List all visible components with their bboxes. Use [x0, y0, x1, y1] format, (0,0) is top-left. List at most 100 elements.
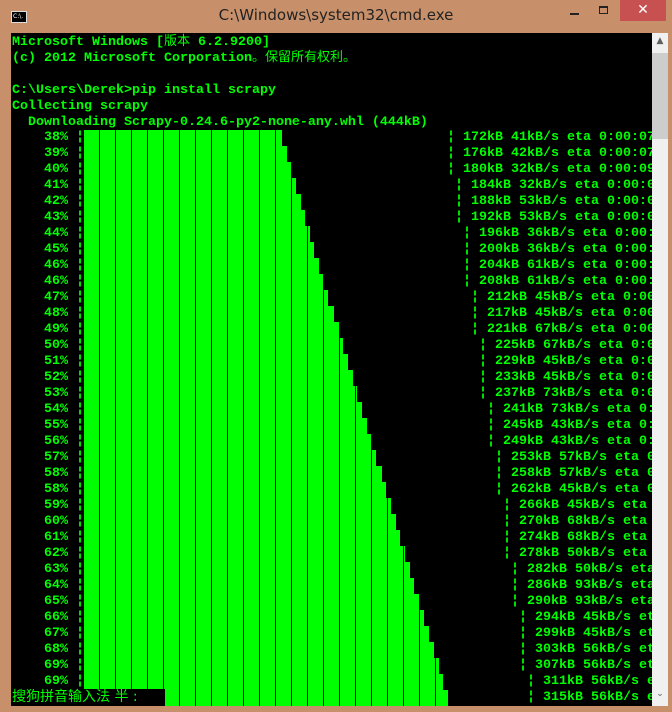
progress-bar-left-edge: ¦ [76, 450, 84, 465]
progress-bar-fill [84, 226, 310, 242]
progress-bar-fill [84, 146, 287, 162]
progress-status: ¦ 188kB 53kB/s eta 0:00:0 [455, 194, 652, 209]
progress-bar-fill [84, 306, 335, 322]
progress-percent: 62% [44, 546, 68, 561]
progress-status: ¦ 176kB 42kB/s eta 0:00:07 [447, 146, 652, 161]
progress-bar-fill [84, 658, 439, 674]
progress-bar-left-edge: ¦ [76, 498, 84, 513]
progress-percent: 43% [44, 210, 68, 225]
close-button[interactable]: ✕ [620, 0, 666, 21]
title-bar[interactable]: C:\. C:\Windows\system32\cmd.exe ✕ [0, 0, 672, 33]
progress-row: 60% ¦ ¦ 270kB 68kB/s eta [11, 514, 652, 530]
progress-percent: 60% [44, 514, 68, 529]
progress-row: 48% ¦ ¦ 217kB 45kB/s eta 0:00 [11, 306, 652, 322]
progress-percent: 45% [44, 242, 68, 257]
progress-row: 46% ¦ ¦ 208kB 61kB/s eta 0:00: [11, 274, 652, 290]
progress-row: 49% ¦ ¦ 221kB 67kB/s eta 0:00 [11, 322, 652, 338]
progress-status: ¦ 253kB 57kB/s eta 0 [495, 450, 652, 465]
progress-row: 69% ¦ ¦ 307kB 56kB/s et [11, 658, 652, 674]
progress-status: ¦ 286kB 93kB/s eta [511, 578, 652, 593]
progress-status: ¦ 307kB 56kB/s et [519, 658, 652, 673]
progress-percent: 39% [44, 146, 68, 161]
progress-bar-fill [84, 322, 339, 338]
progress-bar-left-edge: ¦ [76, 658, 84, 673]
console-line-text: (c) 2012 Microsoft Corporation [12, 51, 252, 66]
progress-row: 57% ¦ ¦ 253kB 57kB/s eta 0 [11, 450, 652, 466]
progress-bar-fill [84, 594, 419, 610]
progress-percent: 66% [44, 610, 68, 625]
progress-status: ¦ 282kB 50kB/s eta [511, 562, 652, 577]
progress-percent: 56% [44, 434, 68, 449]
progress-bar-fill [84, 562, 410, 578]
console-line: Downloading Scrapy-0.24.6-py2-none-any.w… [12, 114, 428, 130]
progress-row: 44% ¦ ¦ 196kB 36kB/s eta 0:00: [11, 226, 652, 242]
console-line: Collecting scrapy [12, 98, 148, 114]
progress-bar-fill [84, 530, 401, 546]
progress-bar-fill [84, 194, 301, 210]
progress-status: ¦ 229kB 45kB/s eta 0:0 [479, 354, 652, 369]
progress-status: ¦ 221kB 67kB/s eta 0:00 [471, 322, 652, 337]
progress-percent: 46% [44, 258, 68, 273]
progress-row: 38% ¦ ¦ 172kB 41kB/s eta 0:00:07 [11, 130, 652, 146]
progress-status: ¦ 208kB 61kB/s eta 0:00: [463, 274, 652, 289]
progress-bar-fill [84, 386, 358, 402]
progress-bar-left-edge: ¦ [76, 578, 84, 593]
progress-bar-fill [84, 418, 367, 434]
progress-percent: 55% [44, 418, 68, 433]
progress-status: ¦ 196kB 36kB/s eta 0:00: [463, 226, 652, 241]
maximize-button[interactable] [591, 0, 617, 21]
progress-percent: 64% [44, 578, 68, 593]
progress-row: 50% ¦ ¦ 225kB 67kB/s eta 0:0 [11, 338, 652, 354]
progress-row: 46% ¦ ¦ 204kB 61kB/s eta 0:00: [11, 258, 652, 274]
progress-bar-left-edge: ¦ [76, 130, 84, 145]
progress-status: ¦ 274kB 68kB/s eta [503, 530, 647, 545]
progress-percent: 59% [44, 498, 68, 513]
progress-status: ¦ 212kB 45kB/s eta 0:00 [471, 290, 652, 305]
progress-bar-fill [84, 450, 376, 466]
progress-row: 58% ¦ ¦ 258kB 57kB/s eta 0 [11, 466, 652, 482]
progress-percent: 47% [44, 290, 68, 305]
progress-row: 53% ¦ ¦ 237kB 73kB/s eta 0:0 [11, 386, 652, 402]
console-line: (c) 2012 Microsoft Corporation。保留所有权利。 [12, 50, 356, 66]
progress-status: ¦ 290kB 93kB/s eta [511, 594, 652, 609]
progress-bar-left-edge: ¦ [76, 418, 84, 433]
scroll-up-arrow-icon[interactable]: ▲ [652, 36, 668, 50]
vertical-scrollbar[interactable]: ▲ ⌄ [652, 33, 668, 706]
scrollbar-thumb[interactable] [652, 53, 668, 139]
progress-row: 43% ¦ ¦ 192kB 53kB/s eta 0:00:0 [11, 210, 652, 226]
console-line-text: C:\Users\Derek>pip install scrapy [12, 83, 276, 98]
progress-percent: 51% [44, 354, 68, 369]
progress-percent: 68% [44, 642, 68, 657]
console-output[interactable]: 搜狗拼音输入法 半 : Microsoft Windows [版本 6.2.92… [11, 33, 652, 706]
progress-percent: 63% [44, 562, 68, 577]
console-line-text: Collecting scrapy [12, 99, 148, 114]
progress-percent: 61% [44, 530, 68, 545]
progress-status: ¦ 204kB 61kB/s eta 0:00: [463, 258, 652, 273]
progress-percent: 58% [44, 466, 68, 481]
progress-bar-fill [84, 578, 415, 594]
progress-bar-left-edge: ¦ [76, 546, 84, 561]
progress-row: 47% ¦ ¦ 212kB 45kB/s eta 0:00 [11, 290, 652, 306]
progress-bar-fill [84, 674, 444, 690]
progress-row: 65% ¦ ¦ 290kB 93kB/s eta [11, 594, 652, 610]
progress-bar-fill [84, 626, 430, 642]
progress-percent: 46% [44, 274, 68, 289]
progress-bar-left-edge: ¦ [76, 290, 84, 305]
progress-row: 58% ¦ ¦ 262kB 45kB/s eta 0 [11, 482, 652, 498]
progress-bar-fill [84, 242, 315, 258]
progress-bar-fill [84, 178, 296, 194]
progress-percent: 48% [44, 306, 68, 321]
progress-status: ¦ 249kB 43kB/s eta 0: [487, 434, 652, 449]
progress-percent: 58% [44, 482, 68, 497]
progress-status: ¦ 200kB 36kB/s eta 0:00: [463, 242, 652, 257]
ime-status-bar[interactable]: 搜狗拼音输入法 半 : [12, 689, 165, 706]
progress-bar-left-edge: ¦ [76, 402, 84, 417]
console-line: Microsoft Windows [版本 6.2.9200] [12, 34, 270, 50]
minimize-button[interactable] [562, 0, 588, 21]
progress-bar-fill [84, 210, 306, 226]
scroll-down-arrow-icon[interactable]: ⌄ [652, 689, 668, 703]
progress-percent: 52% [44, 370, 68, 385]
progress-percent: 53% [44, 386, 68, 401]
progress-bar-left-edge: ¦ [76, 642, 84, 657]
progress-bar-fill [84, 338, 344, 354]
